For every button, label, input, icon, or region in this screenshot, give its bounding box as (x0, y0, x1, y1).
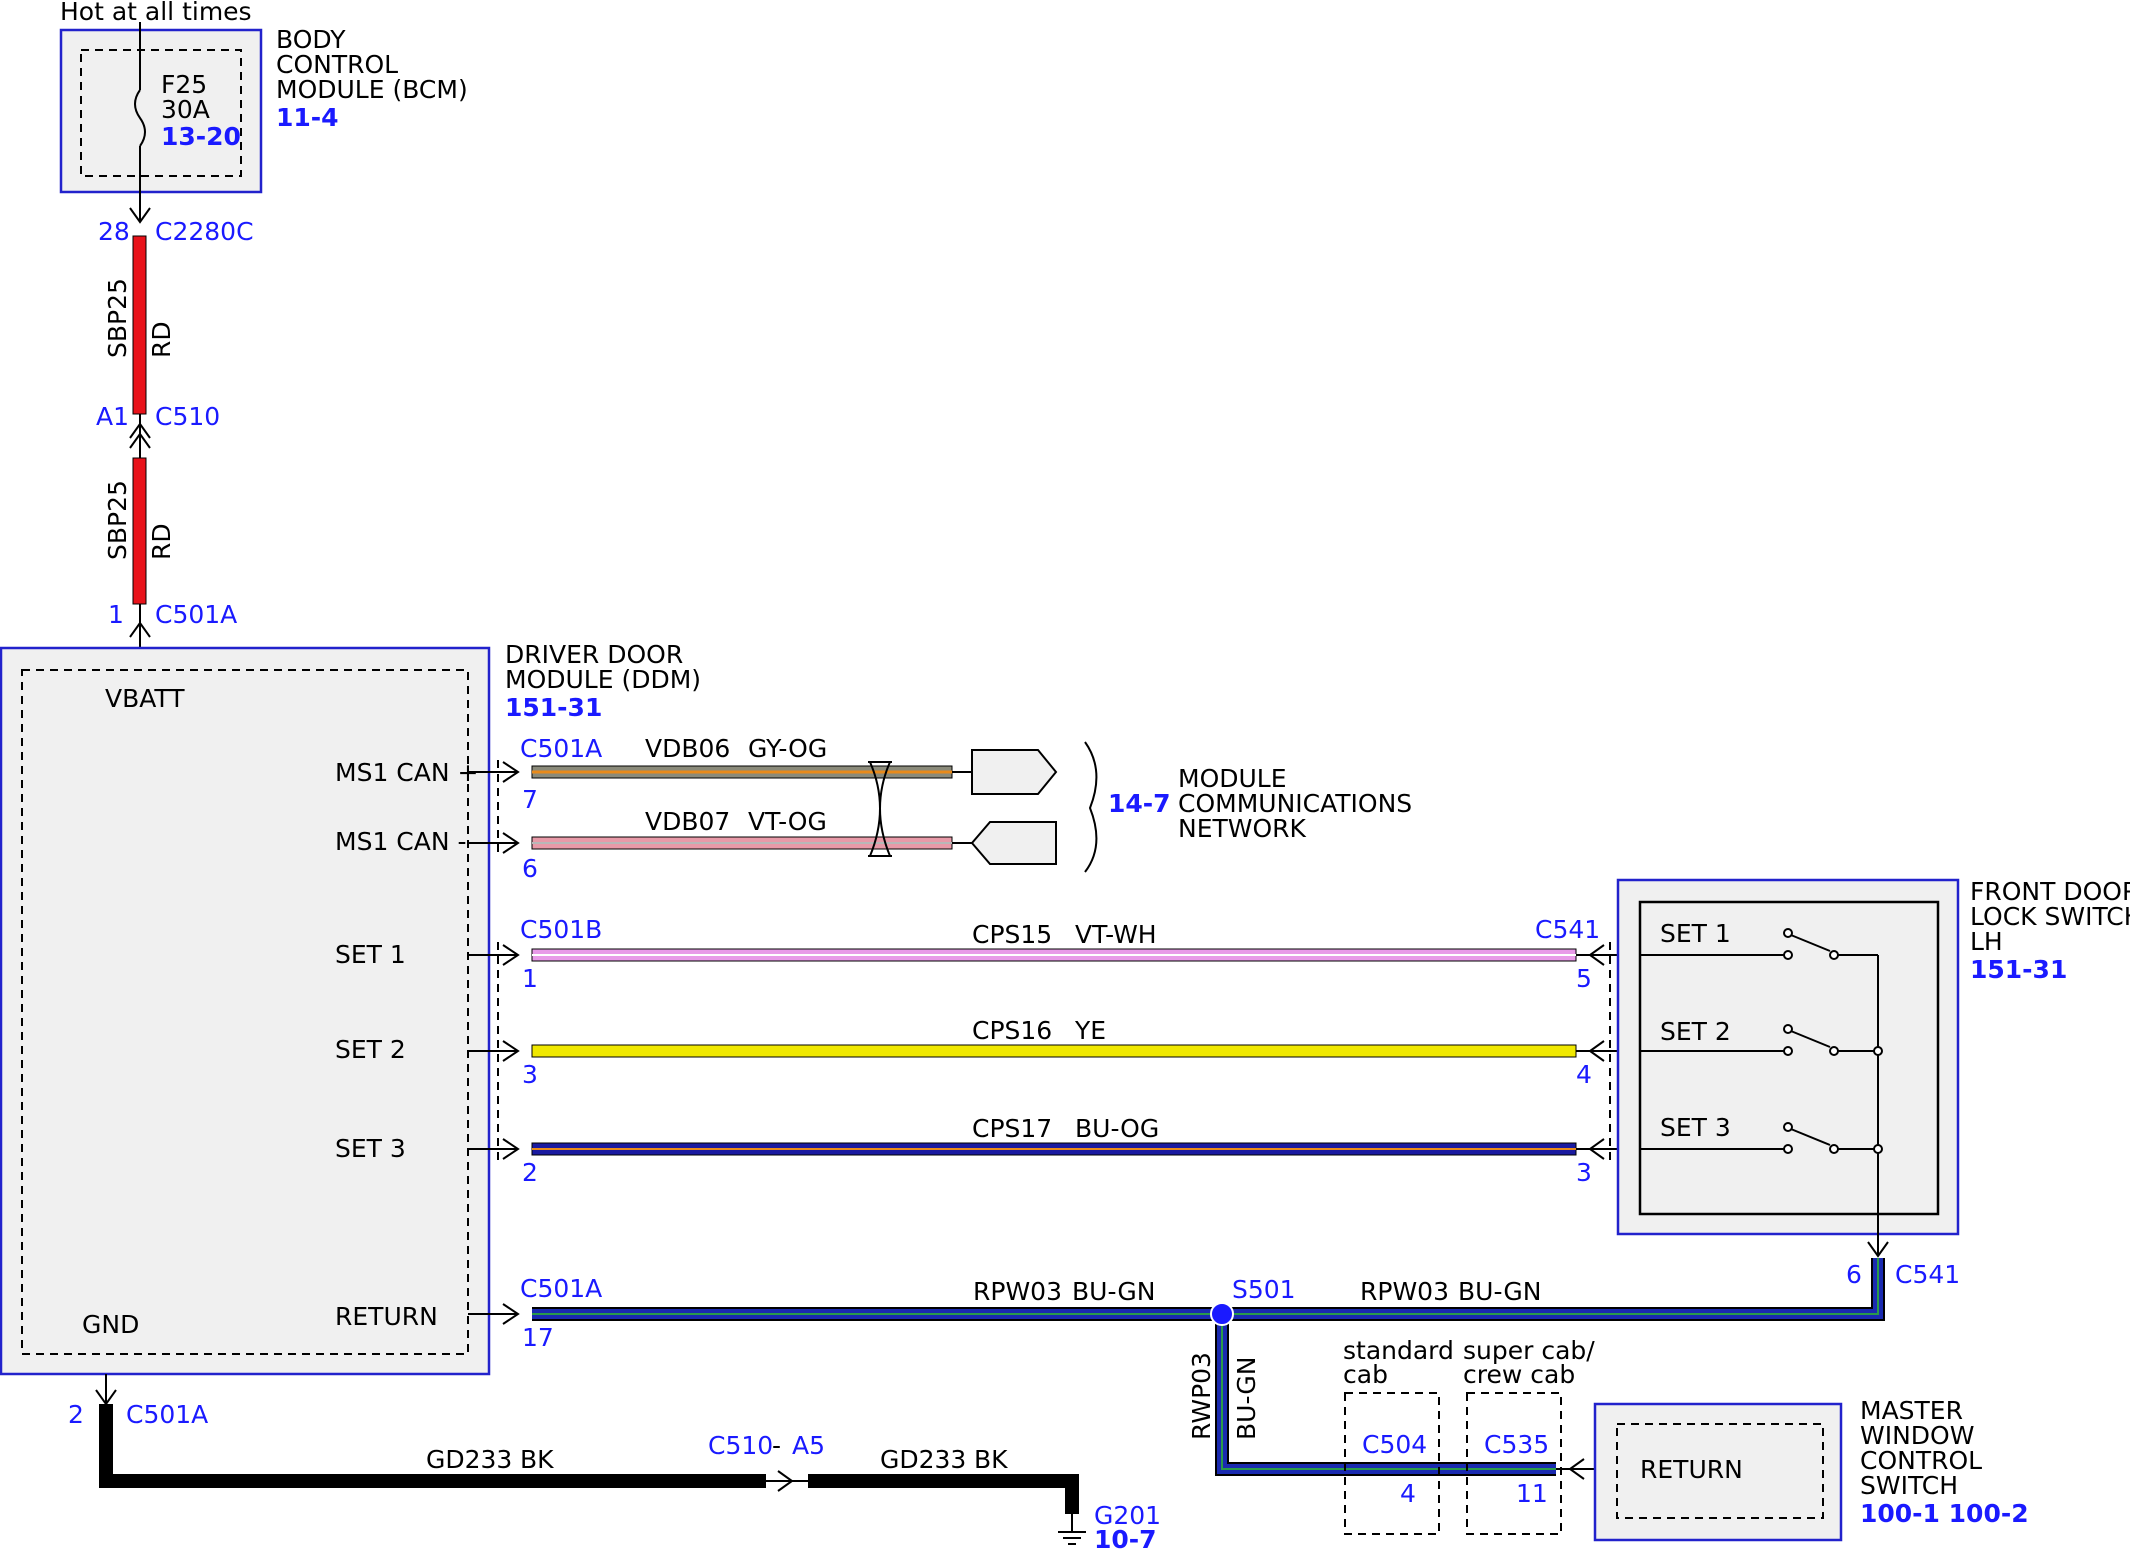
return-connector: C501A (520, 1274, 602, 1303)
lock-switch-label-set2: SET 2 (1660, 1017, 1731, 1046)
ddm-pin-set2: SET 2 (335, 1035, 406, 1064)
ddm-gnd: GND (82, 1310, 139, 1339)
standard-cab-connector: C504 (1362, 1430, 1427, 1459)
set1-pin-ddm: 1 (522, 964, 538, 993)
ground-circuit: GD233 (426, 1445, 512, 1474)
ground-color-right: BK (974, 1445, 1008, 1474)
wire-sbp25-a-color: RD (147, 321, 176, 358)
bcm-module: BODY CONTROL MODULE (BCM) 11-4 F25 30A 1… (59, 25, 468, 194)
wire-sbp25-b-circuit: SBP25 (103, 480, 132, 560)
cab-option-super: super cab/ crew cab C535 11 (1463, 1336, 1595, 1535)
can-plus-color: GY-OG (748, 734, 827, 763)
can-minus-color: VT-OG (748, 807, 827, 836)
ddm-pin-ms1-can-plus: MS1 CAN + (335, 758, 478, 787)
supply-label: Hot at all times (60, 0, 252, 26)
pin-1-c501a: 1 (108, 600, 124, 629)
return-color: BU-GN (1072, 1277, 1155, 1306)
ddm-page-ref[interactable]: 151-31 (505, 693, 602, 722)
lock-switch-label-set3: SET 3 (1660, 1113, 1731, 1142)
cab-option-standard: standard cab C504 4 (1343, 1336, 1454, 1535)
ground-circuit-right: GD233 (880, 1445, 966, 1474)
set1-circuit: CPS15 (972, 920, 1052, 949)
ground-page-ref[interactable]: 10-7 (1094, 1525, 1157, 1550)
pin-a1: A1 (96, 402, 129, 431)
pin-28: 28 (98, 217, 130, 246)
super-cab-pin: 11 (1516, 1479, 1548, 1508)
set-ddm-connector: C501B (520, 915, 602, 944)
wiring-diagram: Hot at all times BODY CONTROL MODULE (BC… (0, 0, 2130, 1550)
standard-cab-label-2: cab (1343, 1360, 1388, 1389)
conn-c501a-top: C501A (155, 600, 237, 629)
set1-color: VT-WH (1075, 920, 1157, 949)
set-switch-connector: C541 (1535, 915, 1600, 944)
lock-switch-pin-6: 6 (1846, 1260, 1862, 1289)
set3-color: BU-OG (1075, 1114, 1159, 1143)
branch-color: BU-GN (1232, 1357, 1261, 1440)
fuse-ref[interactable]: 13-20 (161, 122, 241, 151)
wire-cps16[interactable] (531, 1044, 1577, 1058)
ground-connector: C501A (126, 1400, 208, 1429)
ground-inline-conn: C510 (708, 1431, 773, 1460)
network-page-ref[interactable]: 14-7 (1108, 789, 1171, 818)
super-cab-label-2: crew cab (1463, 1360, 1575, 1389)
wire-sbp25-a-circuit: SBP25 (103, 278, 132, 358)
return-pin: 17 (522, 1323, 554, 1352)
lock-switch-title-3: LH (1970, 927, 2003, 956)
ddm-title-2: MODULE (DDM) (505, 665, 701, 694)
network-brace (1084, 741, 1098, 873)
lock-switch-conn-c541: C541 (1895, 1260, 1960, 1289)
wire-sbp25-b-color: RD (147, 523, 176, 560)
can-plus-circuit: VDB06 (645, 734, 730, 763)
lock-switch-module: FRONT DOOR LOCK SWITCH LH 151-31 SET 1 S… (1616, 877, 2130, 1236)
set1-pin-switch: 5 (1576, 964, 1592, 993)
return-circuit: RPW03 (973, 1277, 1062, 1306)
master-switch-page-ref[interactable]: 100-1 100-2 (1860, 1499, 2029, 1528)
return-circuit-right: RPW03 (1360, 1277, 1449, 1306)
splice-dot (1210, 1302, 1234, 1326)
can-minus-pin: 6 (522, 854, 538, 883)
set3-pin-ddm: 2 (522, 1158, 538, 1187)
wire-sbp25-a[interactable] (132, 235, 147, 415)
set2-color: YE (1074, 1016, 1106, 1045)
set2-pin-ddm: 3 (522, 1060, 538, 1089)
lock-switch-page-ref[interactable]: 151-31 (1970, 955, 2067, 984)
ddm-pin-return: RETURN (335, 1302, 438, 1331)
ddm-pin-ms1-can-minus: MS1 CAN - (335, 827, 467, 856)
can-plus-pin: 7 (522, 785, 538, 814)
can-minus-circuit: VDB07 (645, 807, 730, 836)
set2-circuit: CPS16 (972, 1016, 1052, 1045)
bcm-title-3: MODULE (BCM) (276, 75, 468, 104)
conn-c510: C510 (155, 402, 220, 431)
ground-inline-dash: - (772, 1431, 781, 1460)
network-label-3: NETWORK (1178, 814, 1307, 843)
branch-circuit: RWP03 (1187, 1352, 1216, 1440)
conn-c2280c: C2280C (155, 217, 254, 246)
wire-rpw03[interactable] (532, 1258, 1885, 1321)
wire-sbp25-b[interactable] (132, 457, 147, 605)
set3-pin-switch: 3 (1576, 1158, 1592, 1187)
can-connector: C501A (520, 734, 602, 763)
splice-s501: S501 (1232, 1275, 1296, 1304)
ddm-pin-set3: SET 3 (335, 1134, 406, 1163)
ground-pin: 2 (68, 1400, 84, 1429)
super-cab-connector: C535 (1484, 1430, 1549, 1459)
master-switch-pin-label: RETURN (1640, 1455, 1743, 1484)
set2-pin-switch: 4 (1576, 1060, 1592, 1089)
ddm-pin-set1: SET 1 (335, 940, 406, 969)
master-switch-module: RETURN MASTER WINDOW CONTROL SWITCH 100-… (1593, 1396, 2029, 1542)
can-minus-network-connector (970, 821, 1057, 865)
set3-circuit: CPS17 (972, 1114, 1052, 1143)
master-switch-title-4: SWITCH (1860, 1471, 1958, 1500)
ddm-vbatt: VBATT (105, 684, 185, 713)
bcm-page-ref[interactable]: 11-4 (276, 103, 339, 132)
fuse-rating: 30A (161, 95, 210, 124)
ground-inline-pin: A5 (792, 1431, 825, 1460)
ground-symbol-icon (1058, 1514, 1086, 1545)
wire-gd233-b[interactable] (808, 1474, 1079, 1514)
ground-color: BK (520, 1445, 554, 1474)
can-plus-network-connector (971, 749, 1058, 795)
standard-cab-pin: 4 (1400, 1479, 1416, 1508)
lock-switch-label-set1: SET 1 (1660, 919, 1731, 948)
return-color-right: BU-GN (1458, 1277, 1541, 1306)
